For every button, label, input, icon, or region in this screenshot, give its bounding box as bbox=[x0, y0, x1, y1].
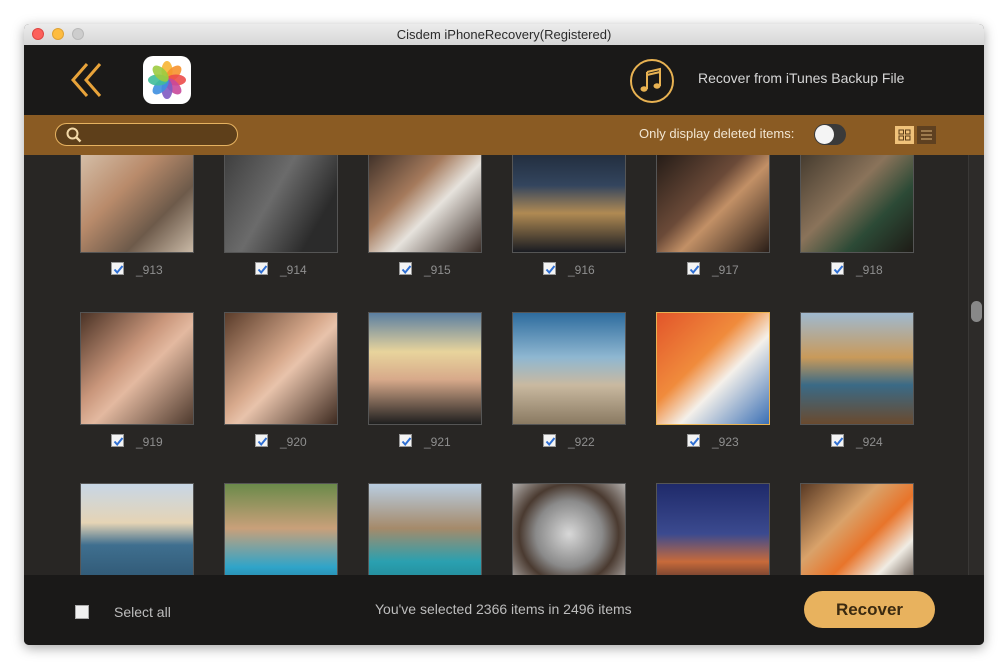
select-all-checkbox[interactable] bbox=[75, 605, 89, 619]
item-checkbox[interactable] bbox=[399, 434, 412, 447]
photo-thumbnail[interactable] bbox=[800, 312, 914, 425]
photo-thumbnail[interactable] bbox=[368, 155, 482, 253]
photo-thumbnail[interactable] bbox=[512, 312, 626, 425]
item-checkbox[interactable] bbox=[111, 262, 124, 275]
item-label: _921 bbox=[424, 435, 451, 449]
item-label: _920 bbox=[280, 435, 307, 449]
photo-thumbnail[interactable] bbox=[800, 483, 914, 575]
selection-summary: You've selected 2366 items in 2496 items bbox=[375, 601, 632, 617]
item-label: _915 bbox=[424, 263, 451, 277]
vertical-scrollbar[interactable] bbox=[968, 155, 984, 575]
item-checkbox[interactable] bbox=[255, 434, 268, 447]
photo-thumbnail[interactable] bbox=[224, 483, 338, 575]
photo-thumbnail[interactable] bbox=[656, 155, 770, 253]
photo-thumbnail[interactable] bbox=[224, 312, 338, 425]
deleted-only-toggle[interactable] bbox=[814, 124, 846, 145]
search-box[interactable] bbox=[55, 123, 238, 146]
item-checkbox[interactable] bbox=[831, 434, 844, 447]
itunes-label: Recover from iTunes Backup File bbox=[698, 70, 905, 86]
item-label: _913 bbox=[136, 263, 163, 277]
app-window: Cisdem iPhoneRecovery(Registered) Recove… bbox=[24, 24, 984, 645]
select-all-label: Select all bbox=[114, 604, 171, 620]
photo-thumbnail[interactable] bbox=[800, 155, 914, 253]
photo-thumbnail[interactable] bbox=[80, 312, 194, 425]
item-checkbox[interactable] bbox=[111, 434, 124, 447]
footer: Select all You've selected 2366 items in… bbox=[24, 575, 984, 645]
item-label: _916 bbox=[568, 263, 595, 277]
item-label: _923 bbox=[712, 435, 739, 449]
deleted-only-label: Only display deleted items: bbox=[639, 126, 795, 141]
item-label: _917 bbox=[712, 263, 739, 277]
item-checkbox[interactable] bbox=[543, 434, 556, 447]
item-label: _918 bbox=[856, 263, 883, 277]
recover-from-itunes-button[interactable]: Recover from iTunes Backup File bbox=[630, 59, 930, 103]
music-note-icon bbox=[630, 59, 674, 103]
scrollbar-thumb[interactable] bbox=[971, 301, 982, 322]
item-label: _914 bbox=[280, 263, 307, 277]
photos-app-icon bbox=[143, 56, 191, 104]
search-icon bbox=[66, 127, 82, 143]
list-view-icon bbox=[921, 130, 932, 140]
photo-thumbnail[interactable] bbox=[512, 483, 626, 575]
photo-thumbnail[interactable] bbox=[224, 155, 338, 253]
item-checkbox[interactable] bbox=[543, 262, 556, 275]
toggle-knob bbox=[815, 125, 834, 144]
item-checkbox[interactable] bbox=[687, 262, 700, 275]
window-title: Cisdem iPhoneRecovery(Registered) bbox=[396, 27, 612, 42]
item-checkbox[interactable] bbox=[831, 262, 844, 275]
header: Recover from iTunes Backup File bbox=[24, 45, 984, 115]
item-label: _919 bbox=[136, 435, 163, 449]
photo-thumbnail[interactable] bbox=[80, 155, 194, 253]
grid-view-button[interactable] bbox=[895, 126, 914, 144]
item-label: _924 bbox=[856, 435, 883, 449]
photo-thumbnail[interactable] bbox=[368, 483, 482, 575]
item-label: _922 bbox=[568, 435, 595, 449]
photo-thumbnail[interactable] bbox=[512, 155, 626, 253]
photo-thumbnail[interactable] bbox=[656, 483, 770, 575]
photo-grid: _913 _914 _915 _916 _917 _918 _919 _920 … bbox=[24, 155, 968, 575]
item-checkbox[interactable] bbox=[687, 434, 700, 447]
back-button[interactable] bbox=[69, 61, 109, 104]
photo-thumbnail[interactable] bbox=[368, 312, 482, 425]
recover-button[interactable]: Recover bbox=[804, 591, 935, 628]
toolbar: Only display deleted items: bbox=[24, 115, 984, 155]
item-checkbox[interactable] bbox=[255, 262, 268, 275]
grid-view-icon bbox=[898, 129, 911, 141]
list-view-button[interactable] bbox=[917, 126, 936, 144]
photo-thumbnail[interactable] bbox=[656, 312, 770, 425]
item-checkbox[interactable] bbox=[399, 262, 412, 275]
double-chevron-left-icon bbox=[71, 63, 102, 97]
search-input[interactable] bbox=[86, 126, 235, 145]
photo-thumbnail[interactable] bbox=[80, 483, 194, 575]
title-bar: Cisdem iPhoneRecovery(Registered) bbox=[24, 24, 984, 46]
